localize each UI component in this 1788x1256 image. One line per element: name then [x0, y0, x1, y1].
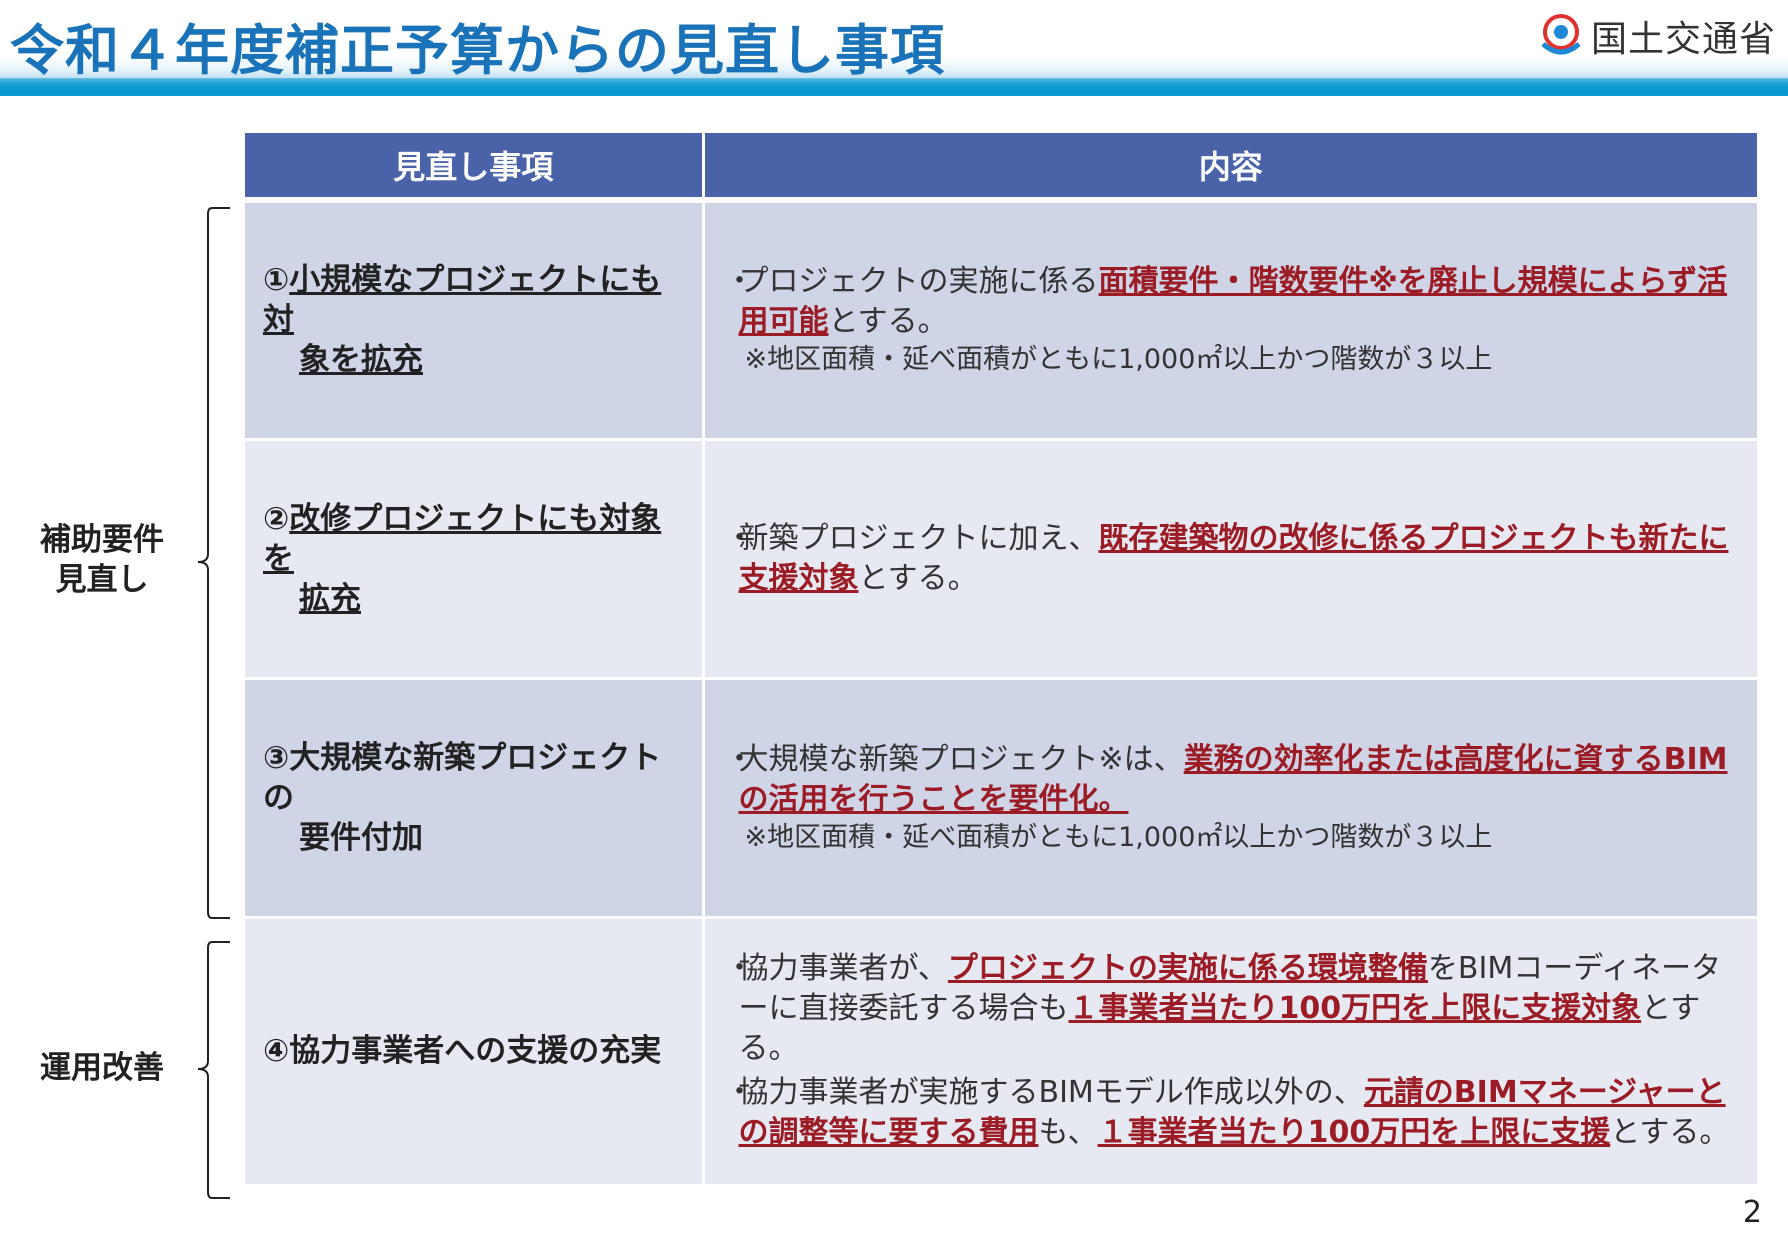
- page-title: 令和４年度補正予算からの見直し事項: [10, 19, 945, 82]
- group-label-operational-improvement: 運用改善: [40, 1050, 164, 1086]
- column-header-item: 見直し事項: [245, 133, 705, 203]
- review-item-cell: ②改修プロジェクトにも対象を 拡充: [245, 439, 705, 680]
- table-row: ②改修プロジェクトにも対象を 拡充 ・新築プロジェクトに加え、既存建築物の改修に…: [245, 439, 1757, 680]
- title-underline-bar: [0, 86, 1788, 95]
- footnote: ※地区面積・延べ面積がともに1,000㎡以上かつ階数が３以上: [744, 821, 1493, 853]
- review-item-title: ③大規模な新築プロジェクトの 要件付加: [263, 739, 662, 856]
- logo-text: 国土交通省: [1590, 19, 1776, 60]
- review-item-title: ④協力事業者への支援の充実: [263, 1033, 662, 1069]
- review-item-cell: ③大規模な新築プロジェクトの 要件付加: [245, 678, 705, 919]
- review-item-cell: ④協力事業者への支援の充実: [245, 917, 705, 1187]
- highlight-text: プロジェクトの実施に係る環境整備: [947, 951, 1428, 986]
- review-item-title: ①小規模なプロジェクトにも対 象を拡充: [263, 262, 662, 379]
- table-row: ①小規模なプロジェクトにも対 象を拡充 ・プロジェクトの実施に係る面積要件・階数…: [245, 200, 1758, 441]
- content-text: ・大規模な新築プロジェクト※は、業務の効率化または高度化に資するBIMの活用を行…: [705, 740, 1758, 856]
- brace-group1: [197, 207, 230, 919]
- page-number: 2: [1742, 1195, 1762, 1230]
- highlight-text: １事業者当たり100万円を上限に支援対象: [1068, 991, 1642, 1026]
- content-cell: ・大規模な新築プロジェクト※は、業務の効率化または高度化に資するBIMの活用を行…: [703, 678, 1758, 919]
- review-items-table: 見直し事項 内容 ①小規模なプロジェクトにも対 象を拡充 ・プロジェクトの実施に…: [245, 133, 1757, 1187]
- content-text: ・協力事業者が、プロジェクトの実施に係る環境整備をBIMコーディネーターに直接委…: [724, 951, 1730, 1150]
- highlight-text: １事業者当たり100万円を上限に支援: [1097, 1115, 1611, 1150]
- content-cell: ・プロジェクトの実施に係る面積要件・階数要件※を廃止し規模によらず活用可能とする…: [703, 200, 1758, 441]
- review-item-cell: ①小規模なプロジェクトにも対 象を拡充: [245, 200, 705, 441]
- content-cell: ・協力事業者が、プロジェクトの実施に係る環境整備をBIMコーディネーターに直接委…: [703, 917, 1757, 1187]
- table-row: ④協力事業者への支援の充実 ・協力事業者が、プロジェクトの実施に係る環境整備をB…: [245, 917, 1757, 1187]
- table-row: ③大規模な新築プロジェクトの 要件付加 ・大規模な新築プロジェクト※は、業務の効…: [245, 678, 1758, 919]
- footnote: ※地区面積・延べ面積がともに1,000㎡以上かつ階数が３以上: [744, 344, 1493, 376]
- mlit-logo-icon: [1541, 14, 1581, 55]
- content-text: ・新築プロジェクトに加え、既存建築物の改修に係るプロジェクトも新たに支援対象とす…: [724, 520, 1729, 596]
- review-item-title: ②改修プロジェクトにも対象を 拡充: [263, 500, 662, 617]
- content-text: ・プロジェクトの実施に係る面積要件・階数要件※を廃止し規模によらず活用可能とする…: [705, 262, 1758, 378]
- group-label-subsidy-requirements: 補助要件 見直し: [40, 522, 164, 598]
- logo: 国土交通省: [1539, 10, 1776, 62]
- content-cell: ・新築プロジェクトに加え、既存建築物の改修に係るプロジェクトも新たに支援対象とす…: [703, 439, 1757, 680]
- column-header-content: 内容: [703, 133, 1757, 203]
- brace-group2: [197, 941, 230, 1199]
